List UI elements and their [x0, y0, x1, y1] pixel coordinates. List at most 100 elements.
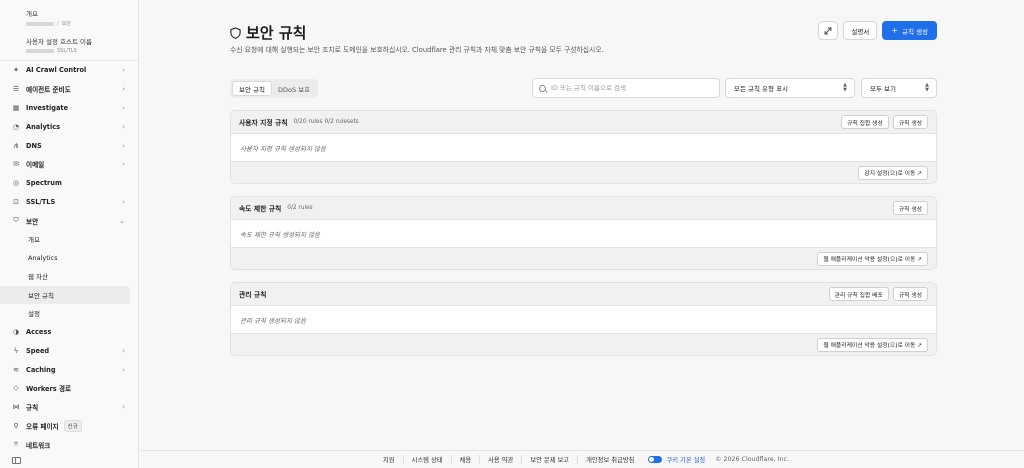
chart-icon: ◔ [12, 122, 20, 131]
sidebar-item-label: Analytics [26, 122, 61, 131]
view-value: 모두 보기 [870, 85, 896, 93]
rules-icon: ⋈ [12, 403, 20, 412]
footer-link-support[interactable]: 지원 [375, 455, 404, 464]
workers-icon: ◇ [13, 384, 19, 393]
docs-button[interactable]: 설명서 [843, 21, 878, 40]
search-box [532, 78, 720, 98]
page-footer: 지원 시스템 상태 채용 사용 약관 보안 문제 보고 개인정보 취급방침 쿠키… [140, 450, 1024, 468]
page-title: 보안 규칙 [230, 22, 306, 43]
sidebar-item[interactable]: ✉ 이메일 › [0, 155, 138, 174]
redacted-host [26, 49, 54, 53]
panel-empty-state: 관리 규칙 생성되지 않음 [231, 305, 936, 334]
create-rule-button[interactable]: + 규칙 생성 [882, 21, 937, 40]
sidebar-item[interactable]: ⊡ SSL/TLS › [0, 193, 138, 212]
sidebar-item[interactable]: ☰ 에이전트 준비도 › [0, 80, 138, 99]
view-select[interactable]: 모두 보기 ▲ ▼ [861, 78, 937, 98]
footer-link-status[interactable]: 시스템 상태 [404, 455, 452, 464]
rule-tabs: 보안 규칙 DDoS 보호 [230, 79, 319, 98]
footer-link-careers[interactable]: 채용 [452, 455, 481, 464]
sidebar-breadcrumb: / 보안 [26, 20, 130, 27]
create-rule-small-button[interactable]: 규칙 생성 [892, 287, 928, 301]
sidebar-item[interactable]: ◑ Access [0, 323, 138, 342]
sidebar-item[interactable]: ⋔ DNS › [0, 136, 138, 155]
sidebar-item[interactable]: ▦ Investigate › [0, 99, 138, 118]
sidebar-item[interactable]: ◎ Spectrum [0, 174, 138, 193]
sidebar-item[interactable]: ◇ Workers 경로 [0, 379, 138, 398]
shield-icon: ⛉ [13, 216, 19, 225]
expand-button[interactable] [818, 21, 839, 40]
panel-title: 관리 규칙 [239, 291, 267, 299]
footer-link-report[interactable]: 보안 문제 보고 [522, 455, 579, 464]
main-content: 보안 규칙 수신 요청에 대해 실행되는 보안 조치로 도메인을 보호하십시오.… [140, 0, 1024, 468]
page-title-text: 보안 규칙 [246, 24, 307, 42]
chevron-down-icon: ⌄ [119, 216, 125, 225]
footer-link-privacy[interactable]: 개인정보 취급방침 [578, 455, 642, 464]
cache-icon: ≋ [13, 365, 19, 374]
sidebar-subitem[interactable]: Analytics [0, 249, 130, 268]
panel-actions: 규칙 생성 [892, 201, 928, 215]
sidebar-item-label: Workers 경로 [26, 385, 72, 394]
chevron-right-icon: › [122, 365, 125, 374]
cookie-settings-link[interactable]: 쿠키 기본 설정 [642, 455, 711, 464]
managed-rules-panel: 관리 규칙 관리 규칙 집합 배포 규칙 생성 관리 규칙 생성되지 않음 웹 … [230, 282, 937, 356]
create-rule-label: 규칙 생성 [902, 27, 928, 36]
sidebar-item[interactable]: ⌾ 네트워크 [0, 435, 138, 454]
chevron-right-icon: › [122, 403, 125, 412]
chevron-right-icon: › [122, 103, 125, 112]
shield-icon [230, 26, 241, 39]
sidebar-item-label: 에이전트 준비도 [26, 86, 71, 95]
sidebar-item[interactable]: ≋ Caching › [0, 360, 138, 379]
chevron-right-icon: › [122, 160, 125, 169]
create-ruleset-button[interactable]: 규칙 집합 생성 [841, 115, 889, 129]
rule-type-select[interactable]: 모든 규칙 유형 표시 ▲ ▼ [725, 78, 855, 98]
sidebar-item[interactable]: ◔ Analytics › [0, 117, 138, 136]
page-description: 수신 요청에 대해 실행되는 보안 조치로 도메인을 보호하십시오. Cloud… [230, 46, 604, 54]
panel-header: 사용자 지정 규칙 0/20 rules 0/2 rulesets 규칙 집합 … [231, 111, 936, 133]
sidebar-subitem[interactable]: 보안 규칙 [0, 285, 130, 305]
sidebar-subitem[interactable]: 웹 자산 [0, 267, 130, 286]
panel-header: 속도 제한 규칙 0/2 rules 규칙 생성 [231, 197, 936, 219]
sidebar-host-title[interactable]: 사용자 설정 호스트 이름 [26, 36, 130, 46]
panel-header: 관리 규칙 관리 규칙 집합 배포 규칙 생성 [231, 283, 936, 305]
mail-icon: ✉ [13, 160, 19, 169]
sidebar-item[interactable]: ⛉ 보안 ⌄ [0, 211, 138, 230]
search-input[interactable] [551, 84, 711, 92]
sidebar-subitem[interactable]: 설정 [0, 304, 130, 323]
rate-limit-panel: 속도 제한 규칙 0/2 rules 규칙 생성 속도 제한 규칙 생성되지 않… [230, 196, 937, 270]
sidebar-item-label: Access [26, 328, 52, 337]
sidebar-item-label: 보안 [26, 217, 39, 226]
sidebar-item-label: 이메일 [26, 161, 45, 170]
panel-actions: 관리 규칙 집합 배포 규칙 생성 [828, 287, 928, 301]
deploy-managed-ruleset-button[interactable]: 관리 규칙 집합 배포 [828, 287, 889, 301]
chevron-right-icon: › [122, 141, 125, 150]
sidebar-subitem[interactable]: 개요 [0, 230, 130, 249]
new-badge: 신규 [63, 420, 82, 433]
goto-waf-settings-button[interactable]: 웹 애플리케이션 악용 설정(으)로 이동 ↗ [817, 337, 928, 352]
pin-icon: ⌾ [13, 440, 19, 449]
sidebar-item-label: Investigate [26, 103, 69, 112]
goto-detection-settings-button[interactable]: 감지 설정(으)로 이동 ↗ [858, 165, 928, 180]
tab-ddos[interactable]: DDoS 보호 [272, 81, 316, 96]
sidebar-overview-link[interactable]: 개요 [26, 8, 130, 18]
footer-link-terms[interactable]: 사용 약관 [480, 455, 523, 464]
sidebar-item-label: DNS [26, 141, 42, 150]
goto-waf-settings-button[interactable]: 웹 애플리케이션 악용 설정(으)로 이동 ↗ [817, 251, 928, 266]
create-rule-small-button[interactable]: 규칙 생성 [892, 201, 928, 215]
custom-rules-panel: 사용자 지정 규칙 0/20 rules 0/2 rulesets 규칙 집합 … [230, 110, 937, 184]
sidebar-item-label: Caching [26, 365, 56, 374]
panel-title: 사용자 지정 규칙 [239, 119, 288, 127]
sidebar-item[interactable]: ✦ AI Crawl Control › [0, 61, 138, 80]
crumb-separator: / [57, 20, 59, 27]
sidebar-item[interactable]: ϟ Speed › [0, 341, 138, 360]
sidebar-item[interactable]: ⚲ 오류 페이지 신규 [0, 417, 138, 436]
tab-security-rules[interactable]: 보안 규칙 [232, 81, 272, 96]
cookie-label: 쿠키 기본 설정 [666, 457, 706, 464]
sidebar-item-label: 오류 페이지 [26, 423, 59, 432]
sidebar-header: 개요 / 보안 사용자 설정 호스트 이름 SSL/TLS [0, 0, 138, 58]
sidebar-item[interactable]: ⋈ 규칙 › [0, 398, 138, 417]
sidebar-collapse-icon[interactable] [12, 457, 21, 464]
create-rule-small-button[interactable]: 규칙 생성 [892, 115, 928, 129]
copyright: © 2026 Cloudflare, Inc. [715, 456, 789, 463]
grid-icon: ▦ [12, 103, 20, 112]
access-icon: ◑ [12, 328, 20, 337]
